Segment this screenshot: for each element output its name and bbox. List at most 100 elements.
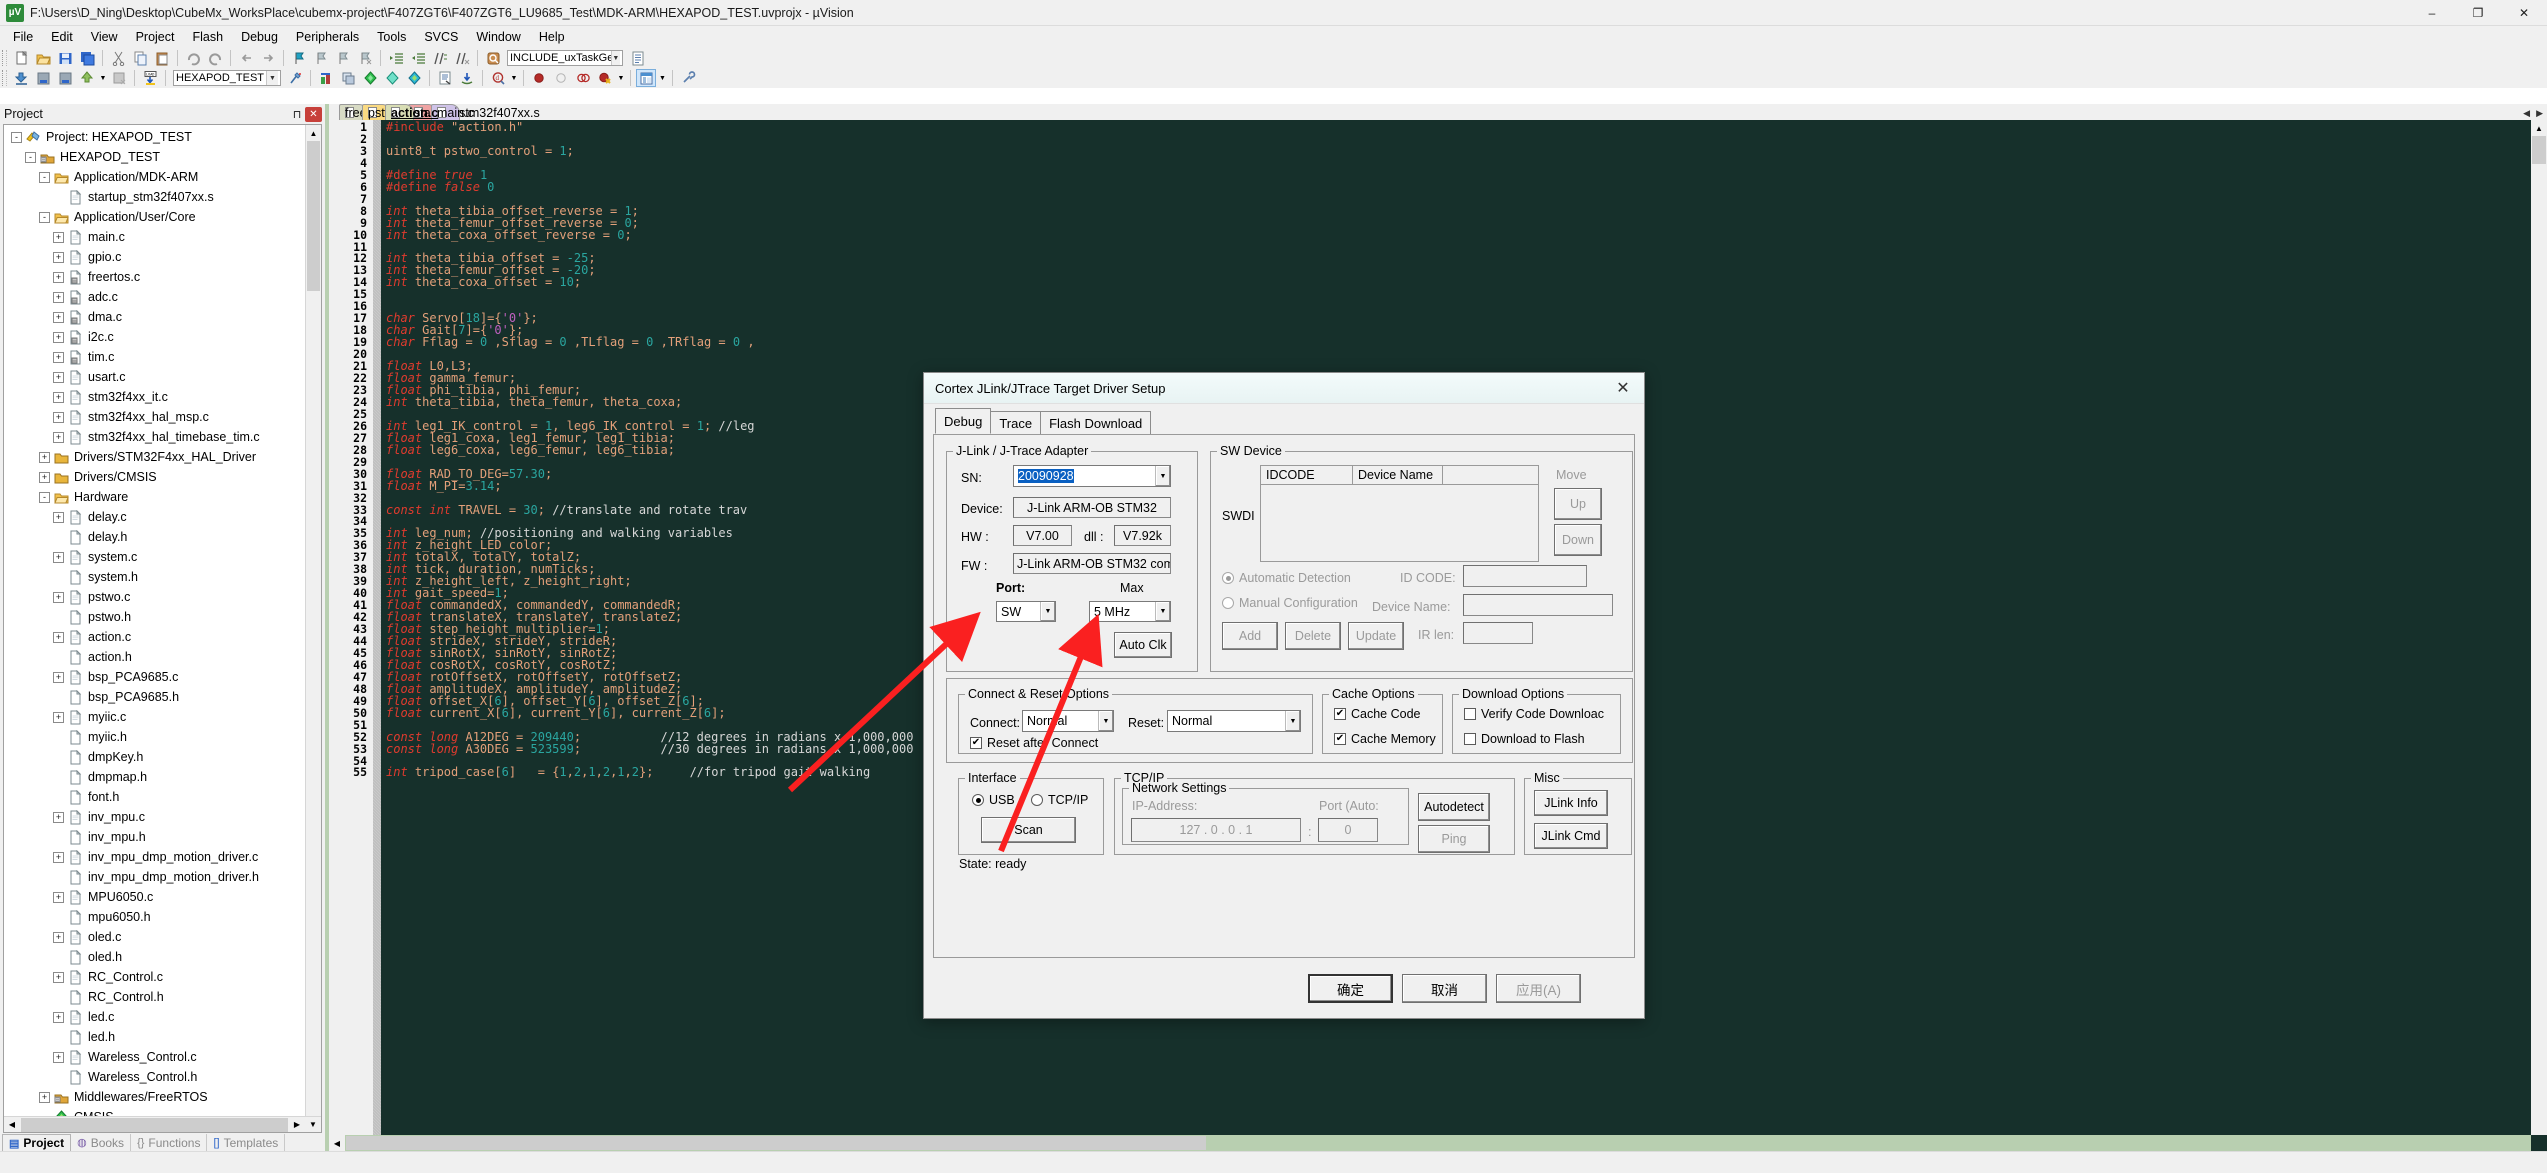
tree-node[interactable]: + delay.c	[4, 507, 305, 527]
menu-item-edit[interactable]: Edit	[42, 28, 82, 46]
expand-icon[interactable]: +	[53, 711, 64, 723]
expand-icon[interactable]: +	[53, 891, 64, 903]
tree-node[interactable]: + oled.c	[4, 927, 305, 947]
cache-code-checkbox[interactable]: ✔ Cache Code	[1334, 707, 1421, 721]
pack-filter-icon[interactable]	[382, 69, 402, 87]
forward-arrow-icon[interactable]	[258, 49, 278, 67]
move-down-button[interactable]: Down	[1554, 524, 1602, 556]
tree-node[interactable]: + freertos.c	[4, 267, 305, 287]
expand-icon[interactable]: +	[53, 591, 64, 603]
tree-node[interactable]: + action.c	[4, 627, 305, 647]
bookmark-toggle-icon[interactable]	[289, 49, 309, 67]
tree-node[interactable]: CMSIS	[4, 1107, 305, 1116]
tree-node[interactable]: bsp_PCA9685.h	[4, 687, 305, 707]
configure-icon[interactable]	[678, 69, 698, 87]
tree-node[interactable]: + i2c.c	[4, 327, 305, 347]
scroll-up-icon[interactable]: ▲	[306, 125, 321, 141]
expand-icon[interactable]: +	[53, 811, 64, 823]
scroll-thumb[interactable]	[21, 1117, 288, 1132]
tree-node[interactable]: + led.c	[4, 1007, 305, 1027]
menu-item-debug[interactable]: Debug	[232, 28, 287, 46]
update-button[interactable]: Update	[1348, 622, 1404, 650]
tree-node[interactable]: + Drivers/STM32F4xx_HAL_Driver	[4, 447, 305, 467]
tree-node[interactable]: inv_mpu_dmp_motion_driver.h	[4, 867, 305, 887]
breakpoints-dropdown-icon[interactable]: ▼	[617, 69, 625, 87]
chevron-down-icon[interactable]: ▼	[610, 51, 620, 65]
source-browse-icon[interactable]	[435, 69, 455, 87]
max-clock-combo[interactable]: 5 MHz ▼	[1089, 601, 1171, 622]
search-combo[interactable]: INCLUDE_uxTaskGetStack ▼	[507, 50, 623, 66]
tree-node[interactable]: dmpmap.h	[4, 767, 305, 787]
tree-node[interactable]: pstwo.h	[4, 607, 305, 627]
project-panel-tab-books[interactable]: ◍ Books	[71, 1134, 132, 1151]
tree-node[interactable]: + Wareless_Control.c	[4, 1047, 305, 1067]
expand-icon[interactable]: +	[53, 391, 64, 403]
new-file-icon[interactable]	[11, 49, 31, 67]
editor-tab-controls[interactable]: ◀ ▶	[2523, 108, 2543, 119]
scroll-up-icon[interactable]: ▲	[2531, 120, 2547, 136]
chevron-down-icon[interactable]: ▼	[1155, 602, 1170, 621]
menu-item-project[interactable]: Project	[127, 28, 184, 46]
dialog-tab-flash-download[interactable]: Flash Download	[1040, 411, 1152, 434]
manage-project-items-icon[interactable]	[338, 69, 358, 87]
target-options-icon[interactable]	[285, 69, 305, 87]
expand-icon[interactable]: +	[53, 411, 64, 423]
cancel-button[interactable]: 取消	[1402, 974, 1487, 1003]
text-lines-icon[interactable]	[627, 49, 647, 67]
bookmark-next-icon[interactable]	[333, 49, 353, 67]
project-panel-tab-project[interactable]: ▤ Project	[2, 1134, 72, 1151]
scroll-left-icon[interactable]: ◀	[329, 1135, 345, 1151]
collapse-icon[interactable]: -	[39, 491, 50, 503]
automatic-detection-radio[interactable]: Automatic Detection	[1222, 571, 1351, 585]
menu-item-tools[interactable]: Tools	[368, 28, 415, 46]
collapse-icon[interactable]: -	[11, 131, 22, 143]
tree-node[interactable]: + myiic.c	[4, 707, 305, 727]
tree-node[interactable]: delay.h	[4, 527, 305, 547]
toolbar-grip[interactable]	[2, 50, 7, 66]
expand-icon[interactable]: +	[53, 1051, 64, 1063]
project-tree-hscrollbar[interactable]: ◀ ▶ ▼	[4, 1116, 321, 1132]
translate-icon[interactable]	[11, 69, 31, 87]
batch-build-dropdown-icon[interactable]: ▼	[99, 69, 107, 87]
tree-node[interactable]: oled.h	[4, 947, 305, 967]
chevron-down-icon[interactable]: ▼	[1040, 602, 1055, 621]
uncomment-icon[interactable]	[452, 49, 472, 67]
expand-icon[interactable]: +	[53, 551, 64, 563]
tab-scroll-left-icon[interactable]: ◀	[2523, 108, 2530, 119]
tree-node[interactable]: + Drivers/CMSIS	[4, 467, 305, 487]
jlink-info-button[interactable]: JLink Info	[1534, 790, 1608, 816]
indent-icon[interactable]	[386, 49, 406, 67]
find-in-files-icon[interactable]	[483, 49, 503, 67]
reset-after-connect-checkbox[interactable]: ✔ Reset after Connect	[970, 736, 1098, 750]
project-window-dropdown-icon[interactable]: ▼	[658, 69, 667, 87]
minimize-button[interactable]: –	[2409, 0, 2455, 26]
back-arrow-icon[interactable]	[236, 49, 256, 67]
autodetect-button[interactable]: Autodetect	[1418, 793, 1490, 821]
sn-combo[interactable]: 20090928 ▼	[1013, 465, 1171, 487]
auto-clk-button[interactable]: Auto Clk	[1114, 632, 1172, 658]
menu-item-peripherals[interactable]: Peripherals	[287, 28, 368, 46]
stop-build-icon[interactable]	[109, 69, 129, 87]
manage-components-icon[interactable]	[316, 69, 336, 87]
tree-node[interactable]: startup_stm32f407xx.s	[4, 187, 305, 207]
save-all-icon[interactable]	[77, 49, 97, 67]
rebuild-icon[interactable]	[55, 69, 75, 87]
jlink-cmd-button[interactable]: JLink Cmd	[1534, 823, 1608, 849]
expand-icon[interactable]: +	[53, 231, 64, 243]
chevron-down-icon[interactable]: ▼	[1285, 711, 1300, 731]
tree-node[interactable]: + pstwo.c	[4, 587, 305, 607]
connect-combo[interactable]: Normal ▼	[1022, 710, 1114, 732]
menu-item-file[interactable]: File	[4, 28, 42, 46]
scroll-thumb[interactable]	[346, 1136, 1206, 1150]
expand-icon[interactable]: +	[53, 351, 64, 363]
tree-node[interactable]: + inv_mpu.c	[4, 807, 305, 827]
expand-icon[interactable]: +	[53, 851, 64, 863]
move-up-button[interactable]: Up	[1554, 488, 1602, 520]
expand-icon[interactable]: +	[39, 471, 50, 483]
tree-node[interactable]: + Middlewares/FreeRTOS	[4, 1087, 305, 1107]
editor-tab-action-c[interactable]: action.c	[385, 104, 438, 120]
port-field[interactable]: 0	[1318, 818, 1378, 842]
debug-settings-icon[interactable]: d	[488, 69, 508, 87]
scroll-down-icon[interactable]: ▼	[305, 1117, 321, 1133]
tree-node[interactable]: RC_Control.h	[4, 987, 305, 1007]
